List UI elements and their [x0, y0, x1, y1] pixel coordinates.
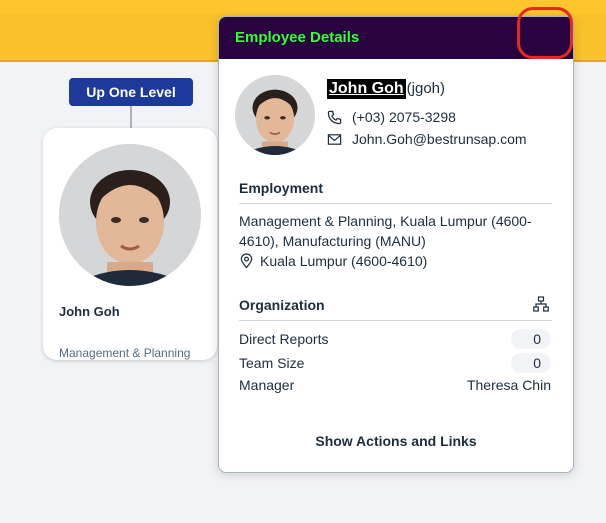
- phone-number[interactable]: (+03) 2075-3298: [352, 109, 456, 125]
- manager-row: Manager Theresa Chin: [239, 377, 551, 393]
- show-actions-links-button[interactable]: Show Actions and Links: [219, 433, 573, 449]
- top-banner-strip: [0, 0, 606, 14]
- up-one-level-button[interactable]: Up One Level: [69, 78, 193, 106]
- employee-user-id: (jgoh): [406, 80, 446, 97]
- highlight-annotation: [517, 7, 573, 59]
- org-chart-icon[interactable]: [533, 296, 549, 312]
- team-size-label: Team Size: [239, 355, 305, 371]
- location-icon: [240, 253, 253, 269]
- employee-name-row: John Goh (jgoh): [327, 79, 445, 99]
- employee-name-link[interactable]: John Goh: [327, 79, 406, 99]
- employee-details-popover: Employee Details John Goh (jgoh) (+03) 2…: [218, 16, 574, 473]
- employment-heading: Employment: [239, 180, 324, 196]
- organization-divider: [239, 320, 552, 321]
- direct-reports-row: Direct Reports 0: [239, 329, 551, 349]
- organization-heading: Organization: [239, 297, 325, 313]
- org-connector-line: [130, 106, 132, 128]
- manager-label: Manager: [239, 377, 295, 393]
- phone-icon: [327, 110, 342, 124]
- popover-title: Employee Details: [235, 29, 360, 46]
- card-department: Management & Planning: [59, 346, 191, 360]
- team-size-count[interactable]: 0: [511, 353, 551, 373]
- employment-divider: [239, 203, 552, 204]
- employment-location: Kuala Lumpur (4600-4610): [260, 253, 428, 269]
- popover-avatar: [235, 75, 315, 155]
- employee-card[interactable]: John Goh Management & Planning: [43, 128, 217, 360]
- direct-reports-count[interactable]: 0: [511, 329, 551, 349]
- card-avatar: [59, 144, 201, 286]
- email-address[interactable]: John.Goh@bestrunsap.com: [352, 131, 527, 147]
- email-row[interactable]: John.Goh@bestrunsap.com: [327, 131, 527, 147]
- manager-name[interactable]: Theresa Chin: [467, 377, 551, 393]
- popover-avatar-image: [235, 75, 315, 155]
- card-avatar-image: [59, 144, 201, 286]
- location-row: Kuala Lumpur (4600-4610): [239, 253, 427, 269]
- card-employee-name: John Goh: [59, 304, 120, 319]
- team-size-row: Team Size 0: [239, 353, 551, 373]
- phone-row[interactable]: (+03) 2075-3298: [327, 109, 456, 125]
- mail-icon: [327, 133, 342, 145]
- employment-description: Management & Planning, Kuala Lumpur (460…: [239, 213, 532, 249]
- direct-reports-label: Direct Reports: [239, 331, 329, 347]
